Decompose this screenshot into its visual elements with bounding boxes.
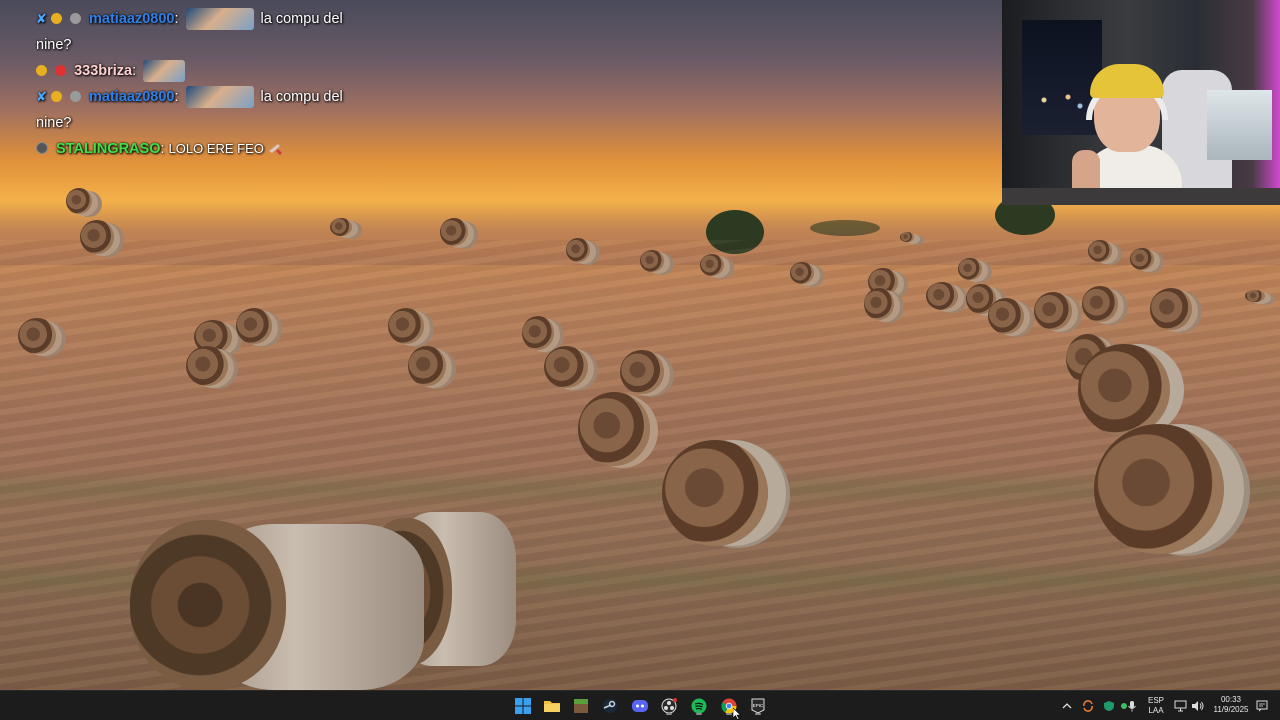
badge-icon (69, 91, 81, 102)
chat-text: la compu del (260, 89, 343, 105)
obs-icon[interactable] (659, 696, 679, 716)
taskbar: EPIC ESP LAA 00:33 11/9/2025 (0, 690, 1280, 720)
chat-separator: : (174, 89, 179, 105)
hay-bale (864, 288, 894, 320)
epic-games-icon[interactable]: EPIC (748, 696, 768, 716)
chat-text: LOLO ERE FEO (168, 141, 264, 156)
volume-icon[interactable] (1189, 696, 1205, 716)
webcam-monitors (1207, 90, 1272, 160)
hay-bale (440, 218, 468, 246)
chat-message-continuation: nine? (36, 115, 72, 131)
helmet-badge-icon (36, 142, 48, 154)
microphone-icon[interactable] (1124, 696, 1140, 716)
hay-bale (1034, 292, 1072, 330)
hay-bale (186, 346, 228, 386)
hay-bale (790, 262, 814, 284)
badge-icon (36, 65, 47, 76)
hay-bale (522, 316, 554, 350)
chat-message: ✘ matiaaz0800: la compu del (36, 84, 356, 110)
grass-block-icon[interactable] (571, 696, 591, 716)
webcam-desk (1002, 188, 1280, 205)
webcam-city-lights (1032, 85, 1092, 115)
language-code: ESP (1147, 696, 1164, 705)
field-green-band (0, 470, 1280, 510)
hay-bale (544, 346, 588, 388)
sword-icon: ✘ (36, 11, 47, 26)
spotify-icon[interactable] (689, 696, 709, 716)
hay-bale (130, 520, 286, 690)
hay-bale (1078, 344, 1170, 436)
hay-bale (18, 318, 56, 354)
chat-message: ✘ matiaaz0800: la compu del (36, 6, 356, 32)
hay-bale (80, 220, 114, 254)
security-shield-icon[interactable] (1101, 696, 1117, 716)
hay-bale (566, 238, 590, 262)
hay-bale (1245, 290, 1265, 302)
mouse-cursor-icon (733, 708, 741, 720)
sword-icon: ✘ (36, 89, 47, 104)
chat-username[interactable]: matiaaz0800 (89, 89, 174, 105)
hay-bale (1094, 424, 1224, 554)
hay-bale (958, 258, 982, 280)
webcam-beanie (1090, 64, 1164, 98)
hay-bale (926, 282, 958, 310)
clock[interactable]: 00:33 11/9/2025 (1210, 695, 1252, 715)
chat-separator: : (174, 11, 179, 27)
chat-message: STALINGRASO: LOLO ERE FEO (36, 136, 356, 162)
discord-icon[interactable] (630, 696, 650, 716)
badge-icon (69, 13, 81, 24)
chat-message: 333briza: (36, 58, 356, 84)
hay-bale (1082, 286, 1118, 322)
network-icon[interactable] (1172, 696, 1188, 716)
steam-icon[interactable] (600, 696, 620, 716)
keyboard-layout: LAA (1148, 706, 1164, 715)
chat-username[interactable]: 333briza (74, 63, 132, 79)
hay-bale (408, 346, 446, 386)
hay-bale (66, 188, 92, 214)
svg-text:EPIC: EPIC (753, 703, 764, 708)
hay-bale (578, 392, 650, 466)
hay-bale (900, 232, 914, 242)
hay-bale (330, 218, 352, 236)
chat-username[interactable]: STALINGRASO (56, 141, 160, 157)
hay-bale (620, 350, 664, 394)
badge-icon (50, 91, 62, 102)
webcam-feed (1002, 0, 1280, 205)
language-indicator[interactable]: ESP LAA (1144, 696, 1168, 716)
hay-bale (1088, 240, 1112, 262)
folder-icon[interactable] (542, 696, 562, 716)
hay-bale (662, 440, 768, 546)
running-indicator (755, 713, 761, 715)
running-indicator (726, 713, 732, 715)
emote-icon (185, 86, 254, 109)
chat-text: la compu del (260, 11, 343, 27)
chat-separator: : (132, 63, 137, 79)
running-indicator (666, 713, 672, 715)
badge-icon (50, 13, 62, 24)
hay-bale (236, 308, 272, 344)
tree (810, 220, 880, 236)
chat-username[interactable]: matiaaz0800 (89, 11, 174, 27)
chat-separator: : (160, 141, 165, 157)
emote-icon (143, 60, 186, 83)
notifications-icon[interactable] (1254, 696, 1270, 716)
hay-bale (700, 254, 724, 276)
clock-date: 11/9/2025 (1213, 705, 1249, 714)
hay-bale (1130, 248, 1154, 270)
stream-chat-overlay: 333briza: ✘ matiaaz0800: la compu del ni… (36, 0, 356, 162)
hay-bale (640, 250, 664, 272)
emote-icon (185, 8, 254, 31)
clock-time: 00:33 (1220, 695, 1242, 704)
badge-icon (55, 65, 67, 76)
sync-icon[interactable] (1080, 696, 1096, 716)
hay-bale (1150, 288, 1192, 330)
windows-icon[interactable] (513, 696, 533, 716)
chat-message-continuation: nine? (36, 37, 72, 53)
hay-bale (988, 298, 1024, 334)
hay-bale (388, 308, 424, 344)
running-indicator (696, 713, 702, 715)
knife-emote-icon (268, 144, 282, 155)
chevron-up-icon[interactable] (1060, 696, 1074, 716)
